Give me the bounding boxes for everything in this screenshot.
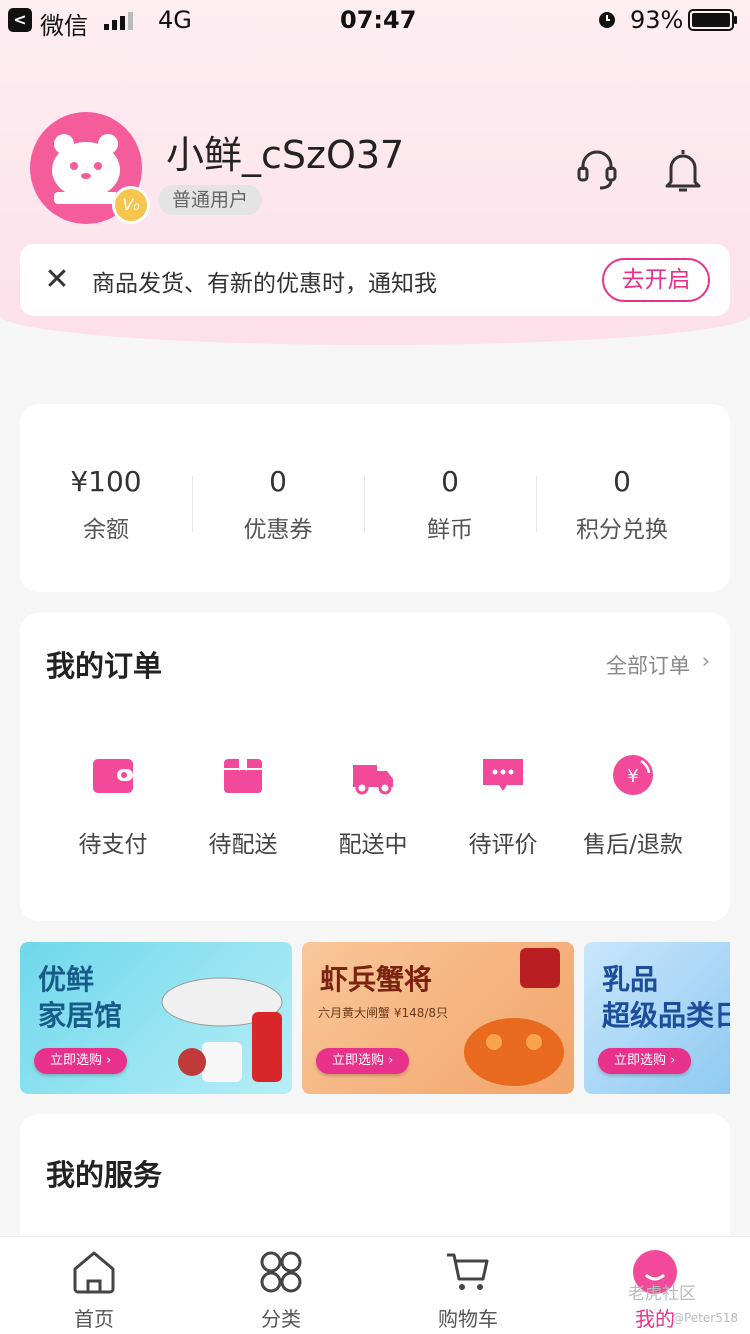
promo-banner-crab[interactable]: 虾兵蟹将 六月黄大闸蟹 ¥148/8只 立即选购 › xyxy=(302,942,574,1094)
alarm-icon xyxy=(599,12,615,28)
tab-home[interactable]: 首页 xyxy=(24,1237,164,1334)
user-level-badge: 普通用户 xyxy=(158,185,263,215)
coupon-item[interactable]: 0 优惠券 xyxy=(192,462,364,544)
home-icon xyxy=(73,1251,115,1294)
fresh-coin-label: 鲜币 xyxy=(427,517,473,543)
order-label: 待支付 xyxy=(78,832,148,858)
username: 小鲜_cSzO37 xyxy=(166,133,405,177)
banner-shop-button[interactable]: 立即选购 › xyxy=(316,1048,410,1074)
banner-subtitle: 六月黄大闸蟹 ¥148/8只 xyxy=(318,1006,449,1020)
banner-title-line2: 家居馆 xyxy=(38,999,123,1032)
status-bar: < 微信 4G 07:47 93% xyxy=(0,0,750,40)
points-label: 积分兑换 xyxy=(576,517,668,543)
order-label: 待配送 xyxy=(208,832,278,858)
points-value: 0 xyxy=(613,465,631,498)
tab-label: 购物车 xyxy=(438,1307,498,1331)
fresh-coin-value: 0 xyxy=(441,465,459,498)
coupon-label: 优惠券 xyxy=(243,517,313,543)
order-label: 配送中 xyxy=(338,832,408,858)
delivery-truck-icon xyxy=(353,765,393,795)
svg-text:¥: ¥ xyxy=(627,766,638,787)
banner-title-line1: 优鲜 xyxy=(38,963,95,996)
customer-service-icon[interactable] xyxy=(576,146,618,194)
vip-badge: V₀ xyxy=(112,186,150,224)
banner-title-line1: 乳品 xyxy=(602,963,659,996)
order-pending-delivery[interactable]: 待配送 xyxy=(178,753,308,859)
balance-value: ¥100 xyxy=(70,465,142,498)
tab-cart[interactable]: 购物车 xyxy=(398,1237,538,1334)
tab-category[interactable]: 分类 xyxy=(211,1237,351,1334)
back-to-app-icon[interactable]: < xyxy=(8,8,32,32)
fresh-coin-item[interactable]: 0 鲜币 xyxy=(364,462,536,544)
bottom-tab-bar: 首页 分类 购物车 我的 老虎社区 @Peter518 xyxy=(0,1236,750,1334)
wallet-icon xyxy=(93,759,133,793)
notification-permission-bar: ✕ 商品发货、有新的优惠时，通知我 去开启 xyxy=(20,244,730,316)
home-goods-image xyxy=(161,977,283,1082)
battery-icon xyxy=(688,9,737,31)
order-pending-review[interactable]: 待评价 xyxy=(438,753,568,859)
banner-shop-button[interactable]: 立即选购 › xyxy=(598,1048,692,1074)
order-label: 待评价 xyxy=(468,832,538,858)
promo-banner-dairy[interactable]: 乳品 超级品类日 立即选购 › xyxy=(584,942,730,1094)
notification-bell-icon[interactable] xyxy=(662,146,704,194)
tab-label: 首页 xyxy=(74,1307,114,1331)
order-in-delivery[interactable]: 配送中 xyxy=(308,753,438,859)
all-orders-link[interactable]: 全部订单 xyxy=(606,650,690,680)
package-icon xyxy=(224,759,262,793)
category-icon xyxy=(260,1251,302,1293)
assets-card: ¥100 余额 0 优惠券 0 鲜币 0 积分兑换 xyxy=(20,404,730,592)
signal-icon xyxy=(104,12,133,30)
points-item[interactable]: 0 积分兑换 xyxy=(536,462,708,544)
banner-title-line2: 超级品类日 xyxy=(602,999,730,1032)
order-after-sales[interactable]: ¥ 售后/退款 xyxy=(568,753,698,859)
banner-shop-button[interactable]: 立即选购 › xyxy=(34,1048,128,1074)
promo-banner-home[interactable]: 优鲜 家居馆 立即选购 › xyxy=(20,942,292,1094)
refund-icon: ¥ xyxy=(613,755,653,795)
notification-text: 商品发货、有新的优惠时，通知我 xyxy=(92,271,437,297)
comment-icon xyxy=(483,759,523,791)
watermark-text: 老虎社区 xyxy=(628,1284,696,1304)
carrier-label: 微信 xyxy=(40,12,88,40)
battery-percent: 93% xyxy=(630,6,684,34)
close-icon[interactable]: ✕ xyxy=(44,262,70,298)
banner-title-line1: 虾兵蟹将 xyxy=(320,963,433,996)
watermark-subtext: @Peter518 xyxy=(672,1311,739,1325)
network-type: 4G xyxy=(158,6,192,34)
clock: 07:47 xyxy=(340,6,417,34)
cart-icon xyxy=(447,1253,489,1290)
balance-label: 余额 xyxy=(83,517,129,543)
order-pending-payment[interactable]: 待支付 xyxy=(48,753,178,859)
enable-notification-button[interactable]: 去开启 xyxy=(602,258,710,302)
balance-item[interactable]: ¥100 余额 xyxy=(20,462,192,544)
coupon-value: 0 xyxy=(269,465,287,498)
orders-title: 我的订单 xyxy=(46,649,163,683)
my-orders-card: 我的订单 全部订单 › 待支付 待配送 配送中 待评价 ¥ 售后/退款 xyxy=(20,613,730,921)
tab-label: 分类 xyxy=(261,1307,301,1331)
services-title: 我的服务 xyxy=(46,1158,163,1192)
chevron-right-icon[interactable]: › xyxy=(702,649,710,673)
order-label: 售后/退款 xyxy=(583,832,683,858)
